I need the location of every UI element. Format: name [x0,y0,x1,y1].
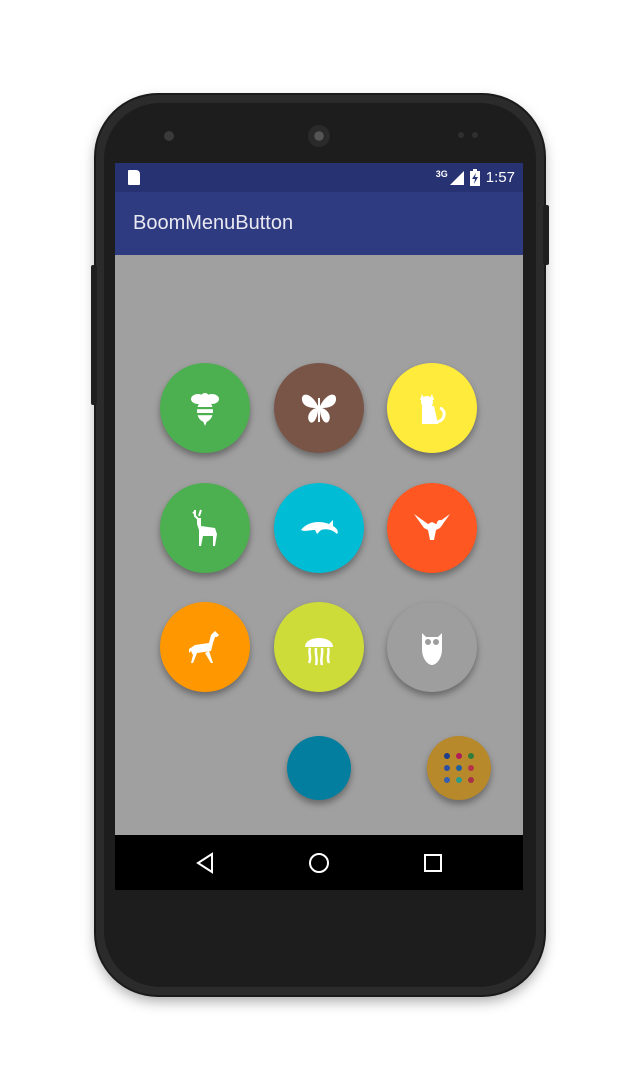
front-camera [164,131,174,141]
menu-dot [444,765,450,771]
boom-item-cat[interactable] [387,363,477,453]
network-type-label: 3G [435,168,448,179]
horse-icon [189,631,219,663]
boom-item-bee[interactable] [160,363,250,453]
boom-item-butterfly[interactable] [274,363,364,453]
sd-card-icon [128,170,140,185]
extra-circle-button[interactable] [287,736,351,800]
dots-grid-icon [444,753,474,783]
back-button[interactable] [175,835,235,890]
cat-icon [420,394,446,424]
recents-icon [424,853,442,872]
boom-item-jellyfish[interactable] [274,602,364,692]
status-bar: 3G 1:57 [115,163,523,192]
boom-menu-main-button[interactable] [427,736,491,800]
home-icon [309,852,329,873]
boom-item-dolphin[interactable] [274,483,364,573]
boom-item-eagle[interactable] [387,483,477,573]
navigation-bar [115,835,523,890]
boom-item-deer[interactable] [160,483,250,573]
deer-icon [192,509,217,546]
light-sensor [472,132,478,138]
recents-button[interactable] [403,835,463,890]
menu-dot [456,753,462,759]
menu-dot [444,753,450,759]
menu-dot [456,765,462,771]
status-time: 1:57 [485,169,515,186]
dolphin-icon [301,520,338,534]
owl-icon [422,633,442,665]
boom-item-horse[interactable] [160,602,250,692]
bee-icon [191,393,219,426]
content-area [115,255,523,835]
app-title: BoomMenuButton [133,212,294,234]
proximity-sensor [458,132,464,138]
power-button [543,205,549,265]
butterfly-icon [301,394,337,423]
jellyfish-icon [305,638,333,666]
boom-item-owl[interactable] [387,602,477,692]
app-bar: BoomMenuButton [115,192,523,255]
device-screen: 3G 1:57 BoomMenuButton [115,163,523,890]
signal-icon [449,170,464,185]
earpiece-speaker [308,125,330,147]
eagle-icon [414,514,450,540]
menu-dot [468,765,474,771]
menu-dot [468,753,474,759]
menu-dot [444,777,450,783]
home-button[interactable] [289,835,349,890]
back-icon [196,851,213,874]
menu-dot [468,777,474,783]
menu-dot [456,777,462,783]
battery-icon [469,169,480,186]
volume-button [91,265,97,405]
